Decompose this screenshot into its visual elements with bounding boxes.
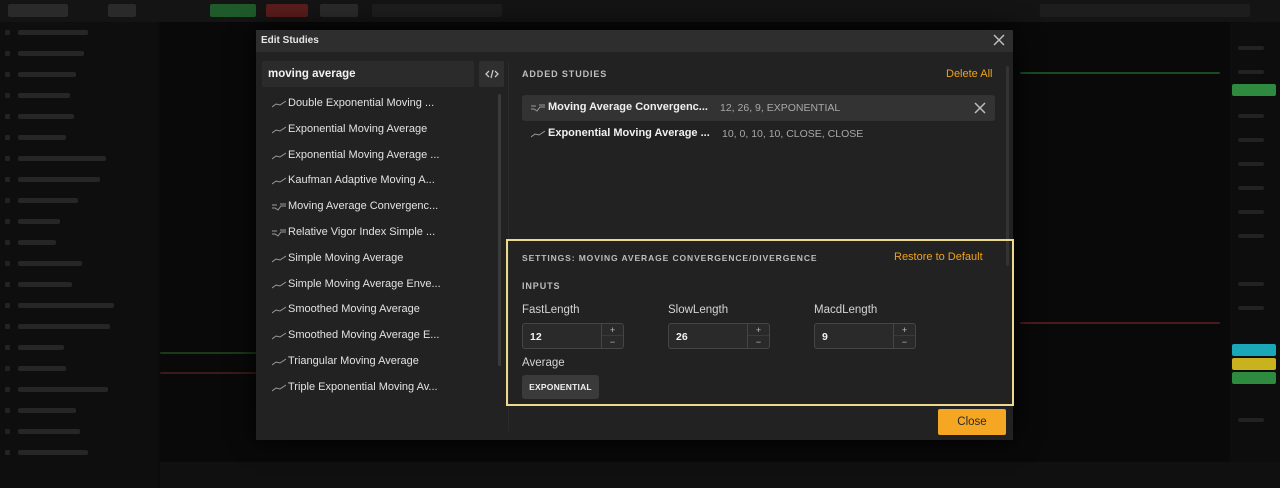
macdlength-label: MacdLength xyxy=(814,304,878,316)
dialog-header: Edit Studies xyxy=(256,30,1013,52)
decrement-button[interactable]: − xyxy=(894,336,915,348)
slowlength-input[interactable] xyxy=(676,329,742,344)
line-icon xyxy=(272,306,286,314)
decrement-button[interactable]: − xyxy=(602,336,623,348)
study-settings-panel: SETTINGS: MOVING AVERAGE CONVERGENCE/DIV… xyxy=(506,239,1014,406)
delete-all-link[interactable]: Delete All xyxy=(946,68,992,80)
study-list-item[interactable]: Exponential Moving Average xyxy=(262,118,498,142)
close-icon[interactable] xyxy=(992,33,1006,47)
study-search-results: Double Exponential Moving ... Exponential… xyxy=(262,92,498,402)
inputs-heading: INPUTS xyxy=(522,281,561,291)
added-study-name: Moving Average Convergenc... xyxy=(548,101,708,113)
study-list-item[interactable]: Triple Exponential Moving Av... xyxy=(262,376,498,400)
study-list-item-label: Double Exponential Moving ... xyxy=(288,97,435,109)
study-list-item[interactable]: Smoothed Moving Average xyxy=(262,298,498,322)
line-icon xyxy=(272,281,286,288)
restore-default-link[interactable]: Restore to Default xyxy=(894,251,983,263)
line-icon xyxy=(272,332,286,340)
macdlength-stepper: + − xyxy=(814,323,916,349)
study-list-scrollbar[interactable] xyxy=(498,94,501,366)
study-list-item[interactable]: Moving Average Convergenc... xyxy=(262,195,498,219)
close-button[interactable]: Close xyxy=(938,409,1006,435)
line-icon xyxy=(272,384,286,392)
study-list-item[interactable]: Simple Moving Average xyxy=(262,247,498,271)
study-list-item-label: Relative Vigor Index Simple ... xyxy=(288,226,436,238)
study-list-item-label: Exponential Moving Average ... xyxy=(288,148,440,161)
study-list-item[interactable]: Exponential Moving Average ... xyxy=(262,144,498,168)
dialog-title: Edit Studies xyxy=(261,35,319,46)
study-list-item[interactable]: Kaufman Adaptive Moving A... xyxy=(262,169,498,193)
increment-button[interactable]: + xyxy=(602,324,623,336)
line-icon xyxy=(272,358,286,366)
study-list-item[interactable]: Smoothed Moving Average E... xyxy=(262,324,498,348)
study-search-input[interactable] xyxy=(268,66,468,82)
histogram-icon xyxy=(272,203,286,211)
average-type-select[interactable]: EXPONENTIAL xyxy=(522,375,599,399)
added-study-ema[interactable]: Exponential Moving Average ... 10, 0, 10… xyxy=(522,121,995,147)
study-list-item-label: Simple Moving Average xyxy=(288,251,404,264)
study-list-item-label: Simple Moving Average Enve... xyxy=(288,277,441,290)
line-icon xyxy=(272,177,286,185)
study-list-item-label: Exponential Moving Average xyxy=(288,122,428,135)
macdlength-input[interactable] xyxy=(822,329,888,344)
histogram-icon xyxy=(531,104,545,112)
decrement-button[interactable]: − xyxy=(748,336,769,348)
histogram-icon xyxy=(272,229,286,237)
added-study-params: 10, 0, 10, 10, CLOSE, CLOSE xyxy=(722,128,864,140)
study-list-item-label: Triangular Moving Average xyxy=(288,355,419,367)
create-custom-study-button[interactable] xyxy=(479,61,504,87)
increment-button[interactable]: + xyxy=(748,324,769,336)
line-icon xyxy=(272,126,286,134)
fastlength-input[interactable] xyxy=(530,329,596,344)
study-list-item-label: Moving Average Convergenc... xyxy=(288,200,439,213)
added-study-macd[interactable]: Moving Average Convergenc... 12, 26, 9, … xyxy=(522,95,995,121)
study-list-item-label: Kaufman Adaptive Moving A... xyxy=(288,174,435,187)
slowlength-label: SlowLength xyxy=(668,304,729,316)
line-icon xyxy=(272,255,286,263)
settings-title: SETTINGS: MOVING AVERAGE CONVERGENCE/DIV… xyxy=(522,253,818,263)
study-list-item[interactable]: Simple Moving Average Enve... xyxy=(262,273,498,297)
added-studies-heading: ADDED STUDIES xyxy=(522,69,608,79)
line-icon xyxy=(272,100,286,108)
slowlength-stepper: + − xyxy=(668,323,770,349)
background-sidebar xyxy=(0,22,158,488)
study-list-item[interactable]: Triangular Moving Average xyxy=(262,350,498,374)
remove-study-icon[interactable] xyxy=(973,101,987,115)
line-icon xyxy=(531,130,545,138)
average-label: Average xyxy=(522,357,565,369)
added-study-params: 12, 26, 9, EXPONENTIAL xyxy=(720,102,841,114)
increment-button[interactable]: + xyxy=(894,324,915,336)
background-bottom-bar xyxy=(160,462,1280,488)
fastlength-stepper: + − xyxy=(522,323,624,349)
background-toolbar xyxy=(0,0,1280,22)
added-studies-scrollbar[interactable] xyxy=(1006,66,1009,266)
study-list-item[interactable]: Double Exponential Moving ... xyxy=(262,92,498,116)
edit-studies-dialog: Edit Studies Double Exponential Moving .… xyxy=(256,30,1014,440)
study-list-item-label: Smoothed Moving Average E... xyxy=(288,329,440,342)
study-list-item-label: Triple Exponential Moving Av... xyxy=(288,380,438,393)
background-price-axis xyxy=(1230,22,1280,488)
fastlength-label: FastLength xyxy=(522,304,580,316)
line-icon xyxy=(272,152,286,159)
study-list-item[interactable]: Relative Vigor Index Simple ... xyxy=(262,221,498,245)
study-list-item-label: Smoothed Moving Average xyxy=(288,303,420,316)
code-icon xyxy=(484,69,499,79)
study-search-box xyxy=(262,61,474,87)
added-study-name: Exponential Moving Average ... xyxy=(548,127,710,139)
